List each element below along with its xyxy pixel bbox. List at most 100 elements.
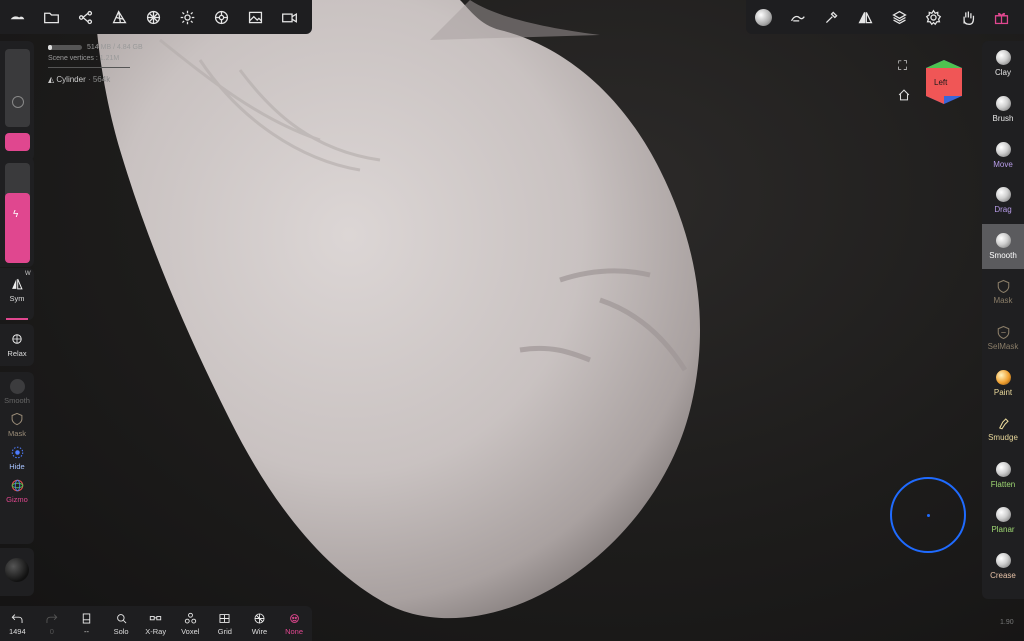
fullscreen-icon[interactable]: ⛶	[898, 58, 907, 74]
mask-shield-icon	[9, 411, 25, 427]
mask-label: Mask	[8, 429, 26, 438]
wire-button[interactable]: Wire	[242, 606, 277, 641]
intensity-slider[interactable]: ϟ	[5, 163, 30, 263]
tool-label: Crease	[990, 570, 1016, 580]
intensity-fill	[5, 193, 30, 263]
tool-flatten[interactable]: Flatten	[982, 452, 1024, 498]
object-row[interactable]: ◭ Cylinder · 564k	[48, 74, 143, 85]
voxel-icon	[184, 612, 196, 624]
gesture-hand-icon[interactable]	[950, 0, 984, 34]
crease-ball-icon	[995, 552, 1011, 568]
material-sphere-icon[interactable]	[5, 558, 29, 582]
undo-icon	[11, 613, 23, 623]
move-ball-icon	[995, 141, 1011, 157]
symmetry-icon[interactable]	[848, 0, 882, 34]
relax-icon	[9, 331, 25, 347]
app-menu-icon[interactable]	[0, 0, 34, 34]
tool-crease[interactable]: Crease	[982, 544, 1024, 590]
layers-button[interactable]: --	[69, 606, 104, 641]
tool-label: Smudge	[988, 433, 1018, 443]
solo-button[interactable]: Solo	[104, 606, 139, 641]
tool-brush[interactable]: Brush	[982, 87, 1024, 133]
gizmo-shortcut-button[interactable]: Gizmo	[0, 471, 34, 504]
relax-label: Relax	[7, 349, 27, 358]
vertices-label: Scene vertices :	[48, 55, 98, 62]
current-tool-icon[interactable]	[746, 0, 780, 34]
layers-icon[interactable]	[882, 0, 916, 34]
undo-button[interactable]: 1494	[0, 606, 35, 641]
symmetry-panel: Sym W	[0, 268, 34, 320]
search-icon	[116, 613, 126, 623]
mask-shield-icon	[996, 279, 1011, 296]
radius-slider[interactable]	[5, 49, 30, 127]
tool-label: Clay	[994, 68, 1011, 78]
scene-graph-icon[interactable]	[68, 0, 102, 34]
clay-ball-icon	[995, 50, 1011, 66]
tool-paint[interactable]: Paint	[982, 361, 1024, 407]
lightning-icon: ϟ	[13, 209, 19, 220]
tool-label: Planar	[991, 525, 1015, 535]
none-label: None	[285, 626, 304, 636]
quick-tools-panel: Smooth Mask Hide Gizmo	[0, 372, 34, 544]
relax-button[interactable]: Relax	[0, 324, 34, 358]
radius-value-chip[interactable]	[5, 133, 30, 151]
mesh-tools-icon[interactable]	[102, 0, 136, 34]
sculpt-mesh[interactable]	[0, 0, 1024, 641]
tool-mask[interactable]: Mask	[982, 269, 1024, 315]
home-view-icon[interactable]	[897, 88, 911, 107]
tool-clay[interactable]: Clay	[982, 41, 1024, 87]
wireframe-icon	[254, 612, 265, 624]
tool-label: Drag	[994, 205, 1012, 215]
tool-smudge[interactable]: Smudge	[982, 407, 1024, 453]
hide-label: Hide	[9, 462, 25, 471]
view-cube[interactable]: Left	[920, 58, 968, 106]
sym-active-indicator	[6, 318, 28, 320]
material-panel	[0, 548, 34, 596]
picker-icon[interactable]	[814, 0, 848, 34]
redo-icon	[46, 613, 58, 623]
vertices-value: 1.21M	[99, 55, 120, 62]
redo-count: 0	[49, 626, 54, 636]
background-image-icon[interactable]	[238, 0, 272, 34]
stroke-settings-icon[interactable]	[780, 0, 814, 34]
smooth-ball-icon	[9, 378, 25, 394]
mask-shortcut-button[interactable]: Mask	[0, 405, 34, 438]
folder-icon[interactable]	[34, 0, 68, 34]
mesh-icon: ◭	[48, 75, 55, 84]
smooth-label: Smooth	[4, 396, 30, 405]
tool-label: Smooth	[989, 251, 1017, 261]
tool-selmask[interactable]: SelMask	[982, 315, 1024, 361]
camera-icon[interactable]	[272, 0, 306, 34]
voxel-button[interactable]: Voxel	[173, 606, 208, 641]
object-name: Cylinder	[56, 75, 86, 84]
settings-gear-icon[interactable]	[916, 0, 950, 34]
object-vertex-count: 564k	[92, 75, 111, 84]
tool-planar[interactable]: Planar	[982, 498, 1024, 544]
top-left-toolbar	[0, 0, 312, 34]
xray-button[interactable]: X-Ray	[138, 606, 173, 641]
redo-button[interactable]: 0	[35, 606, 70, 641]
material-icon[interactable]	[204, 0, 238, 34]
bottom-toolbar: 1494 0 -- Solo X-Ray Voxel Grid Wire Non…	[0, 606, 312, 641]
tool-label: Flatten	[990, 479, 1016, 489]
smudge-finger-icon	[996, 416, 1011, 433]
topology-icon[interactable]	[136, 0, 170, 34]
wire-label: Wire	[251, 626, 268, 636]
tool-smooth[interactable]: Smooth	[982, 223, 1024, 270]
tool-drag[interactable]: Drag	[982, 178, 1024, 224]
gift-shop-icon[interactable]	[984, 0, 1018, 34]
planar-ball-icon	[995, 507, 1011, 523]
vertex-count: Scene vertices : 1.21M	[48, 53, 143, 64]
stats-divider	[48, 67, 130, 68]
grid-button[interactable]: Grid	[208, 606, 243, 641]
tool-move[interactable]: Move	[982, 132, 1024, 178]
hide-shortcut-button[interactable]: Hide	[0, 438, 34, 471]
smooth-shortcut-button[interactable]: Smooth	[0, 372, 34, 405]
gizmo-rings-icon	[9, 477, 25, 493]
3d-viewport[interactable]	[0, 0, 1024, 641]
lighting-icon[interactable]	[170, 0, 204, 34]
grid-label: Grid	[217, 626, 232, 636]
none-button[interactable]: None	[277, 606, 312, 641]
sculpt-tools-panel: Clay Brush Move Drag Smooth Mask SelMask…	[982, 41, 1024, 599]
glasses-icon	[150, 615, 162, 620]
